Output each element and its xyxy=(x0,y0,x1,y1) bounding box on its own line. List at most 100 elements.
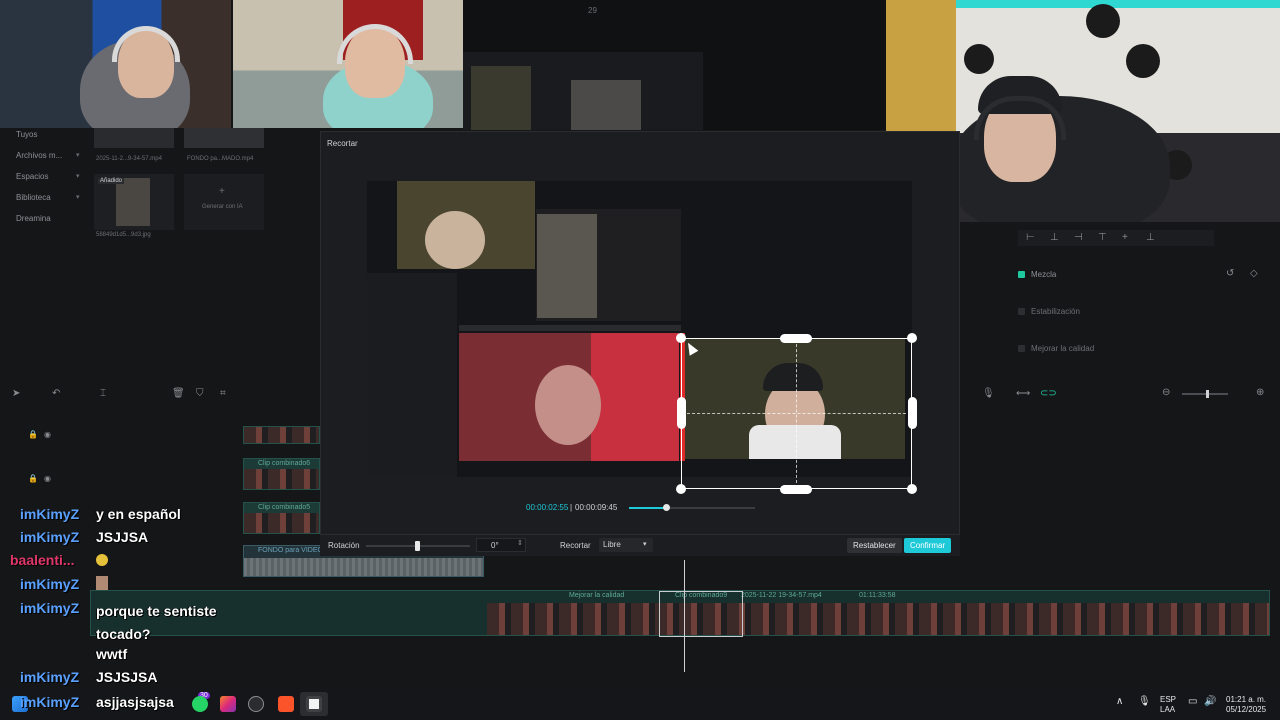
dialog-title: Recortar xyxy=(327,139,358,148)
webcam-2 xyxy=(233,0,463,128)
network-icon[interactable]: ▭ xyxy=(1188,696,1197,707)
chat-message: y en español xyxy=(96,506,181,522)
timeline-clip-top[interactable] xyxy=(243,426,320,444)
taskbar: imKimyZ asjjasjsajsa 30 ∧ 🎙 ESP LAA ▭ 🔊 … xyxy=(0,688,1280,720)
lang-bottom[interactable]: LAA xyxy=(1160,705,1175,714)
stepper-icon[interactable]: ⇕ xyxy=(517,539,523,547)
link-icon[interactable]: ⟷ xyxy=(1016,388,1030,399)
crop-mode-select[interactable]: Libre ▾ xyxy=(599,538,653,552)
playhead[interactable] xyxy=(684,560,685,672)
zoom-slider[interactable] xyxy=(1182,390,1228,398)
pointer-icon[interactable]: ➤ xyxy=(12,388,20,399)
emote-icon xyxy=(96,576,108,590)
crop-mode-label: Recortar xyxy=(560,541,591,550)
clock-date[interactable]: 05/12/2025 xyxy=(1226,705,1266,714)
crop-handle-bottom[interactable] xyxy=(780,485,812,494)
generate-ai-card[interactable]: + Generar con IA xyxy=(184,174,264,230)
reset-icon[interactable]: ↺ xyxy=(1226,268,1234,279)
chat-overlay: imKimyZ y en español imKimyZ JSJJSA baal… xyxy=(0,506,330,688)
clock-time[interactable]: 01:21 a. m. xyxy=(1226,695,1266,704)
eye-icon[interactable]: ◉ xyxy=(44,474,51,483)
rotation-label: Rotación xyxy=(328,541,360,550)
nav-item-archivos[interactable]: Archivos m... ▾ xyxy=(16,151,80,160)
crop-handle-bottom-right[interactable] xyxy=(907,484,917,494)
enhance-label: Mejorar la calidad xyxy=(1031,344,1095,353)
media-panel: 2025-11-2...9-34-57.mp4 FONDO pa...MADO.… xyxy=(90,128,320,248)
chat-message: porque te sentiste tocado? xyxy=(96,603,217,642)
stabilization-checkbox[interactable] xyxy=(1018,308,1025,315)
volume-icon[interactable]: 🔊 xyxy=(1204,696,1216,707)
brave-icon[interactable] xyxy=(278,696,294,712)
shield-icon[interactable]: ⛉ xyxy=(196,388,204,399)
chat-message: JSJSJSA xyxy=(96,669,158,685)
align-left-icon[interactable]: ⊢ xyxy=(1026,232,1035,243)
nav-item-biblioteca[interactable]: Biblioteca ▾ xyxy=(16,193,80,202)
crop-frame[interactable] xyxy=(681,338,912,489)
rotation-slider-thumb[interactable] xyxy=(415,541,420,551)
align-center-icon[interactable]: ⊥ xyxy=(1050,232,1059,243)
playback-progress xyxy=(629,507,666,509)
chat-username: baalenti... xyxy=(10,552,75,568)
eye-icon[interactable]: ◉ xyxy=(44,430,51,439)
main-track-label-3: 2025-11-22 19-34-57.mp4 xyxy=(741,592,822,599)
chat-username: imKimyZ xyxy=(20,529,80,545)
mic-icon[interactable]: 🎙 xyxy=(1138,696,1151,707)
media-thumb-2[interactable] xyxy=(184,128,264,148)
settings-icon[interactable] xyxy=(248,696,264,712)
blend-checkbox[interactable] xyxy=(1018,271,1025,278)
media-thumb-1[interactable] xyxy=(94,128,174,148)
align-middle-icon[interactable]: + xyxy=(1122,232,1128,243)
active-app-indicator xyxy=(300,692,328,716)
magnet-icon[interactable]: ⊂⊃ xyxy=(1040,388,1057,399)
chat-message: JSJJSA xyxy=(96,529,149,545)
playback-thumb[interactable] xyxy=(663,504,670,511)
timeline-toolbar: ➤ ↶ ⌶ 🗑 ⛉ ⌗ xyxy=(0,384,320,404)
rotation-input[interactable]: 0° ⇕ xyxy=(476,538,526,552)
selected-clip[interactable] xyxy=(659,591,743,637)
nested-preview xyxy=(463,52,703,130)
whatsapp-icon[interactable] xyxy=(192,696,208,712)
nav-item-tuyos[interactable]: Tuyos xyxy=(16,130,38,139)
chat-message: asjjasjsajsa xyxy=(96,694,174,710)
webcam-1 xyxy=(0,0,231,128)
split-icon[interactable]: ⌶ xyxy=(100,388,106,399)
keyframe-icon[interactable]: ◇ xyxy=(1250,268,1258,279)
zoom-in-icon[interactable]: ⊕ xyxy=(1256,387,1264,398)
nav-item-espacios[interactable]: Espacios ▾ xyxy=(16,172,80,181)
chevron-down-icon: ▾ xyxy=(643,541,647,548)
reset-button[interactable]: Restablecer xyxy=(847,538,902,553)
delete-icon[interactable]: 🗑 xyxy=(172,388,185,399)
mic-icon[interactable]: 🎙 xyxy=(982,388,995,399)
align-right-icon[interactable]: ⊣ xyxy=(1074,232,1083,243)
crop-handle-top[interactable] xyxy=(780,334,812,343)
right-panel: ⊢ ⊥ ⊣ ⊤ + ⊥ Mezcla ↺ ◇ Estabilización Me… xyxy=(1008,222,1280,382)
chevron-up-icon[interactable]: ∧ xyxy=(1116,696,1123,707)
editor-top-bar: 29 xyxy=(463,0,888,130)
instagram-icon[interactable] xyxy=(220,696,236,712)
crop-handle-bottom-left[interactable] xyxy=(676,484,686,494)
crop-handle-top-right[interactable] xyxy=(907,333,917,343)
media-file-1-label: 2025-11-2...9-34-57.mp4 xyxy=(96,156,162,162)
lang-top[interactable]: ESP xyxy=(1160,695,1176,704)
lock-icon[interactable]: 🔒 xyxy=(28,474,38,483)
lock-icon[interactable]: 🔒 xyxy=(28,430,38,439)
align-top-icon[interactable]: ⊤ xyxy=(1098,232,1107,243)
undo-icon[interactable]: ↶ xyxy=(52,388,60,399)
timeline-clip[interactable]: Clip combinado6 xyxy=(243,458,320,490)
confirm-button[interactable]: Confirmar xyxy=(904,538,952,553)
nav-item-dreamina[interactable]: Dreamina xyxy=(16,214,51,223)
enhance-checkbox[interactable] xyxy=(1018,345,1025,352)
crop-handle-top-left[interactable] xyxy=(676,333,686,343)
emoji-icon xyxy=(96,554,108,566)
time-separator: | xyxy=(570,503,573,512)
crop-icon[interactable]: ⌗ xyxy=(220,388,226,399)
chevron-down-icon: ▾ xyxy=(76,152,80,159)
playback-slider[interactable] xyxy=(629,504,755,511)
align-bottom-icon[interactable]: ⊥ xyxy=(1146,232,1155,243)
align-toolbar: ⊢ ⊥ ⊣ ⊤ + ⊥ xyxy=(1018,230,1214,246)
crop-handle-left[interactable] xyxy=(677,397,686,429)
rotation-slider[interactable] xyxy=(366,541,470,551)
crop-handle-right[interactable] xyxy=(908,397,917,429)
generate-ai-label: Generar con IA xyxy=(202,204,243,210)
zoom-out-icon[interactable]: ⊖ xyxy=(1162,387,1170,398)
